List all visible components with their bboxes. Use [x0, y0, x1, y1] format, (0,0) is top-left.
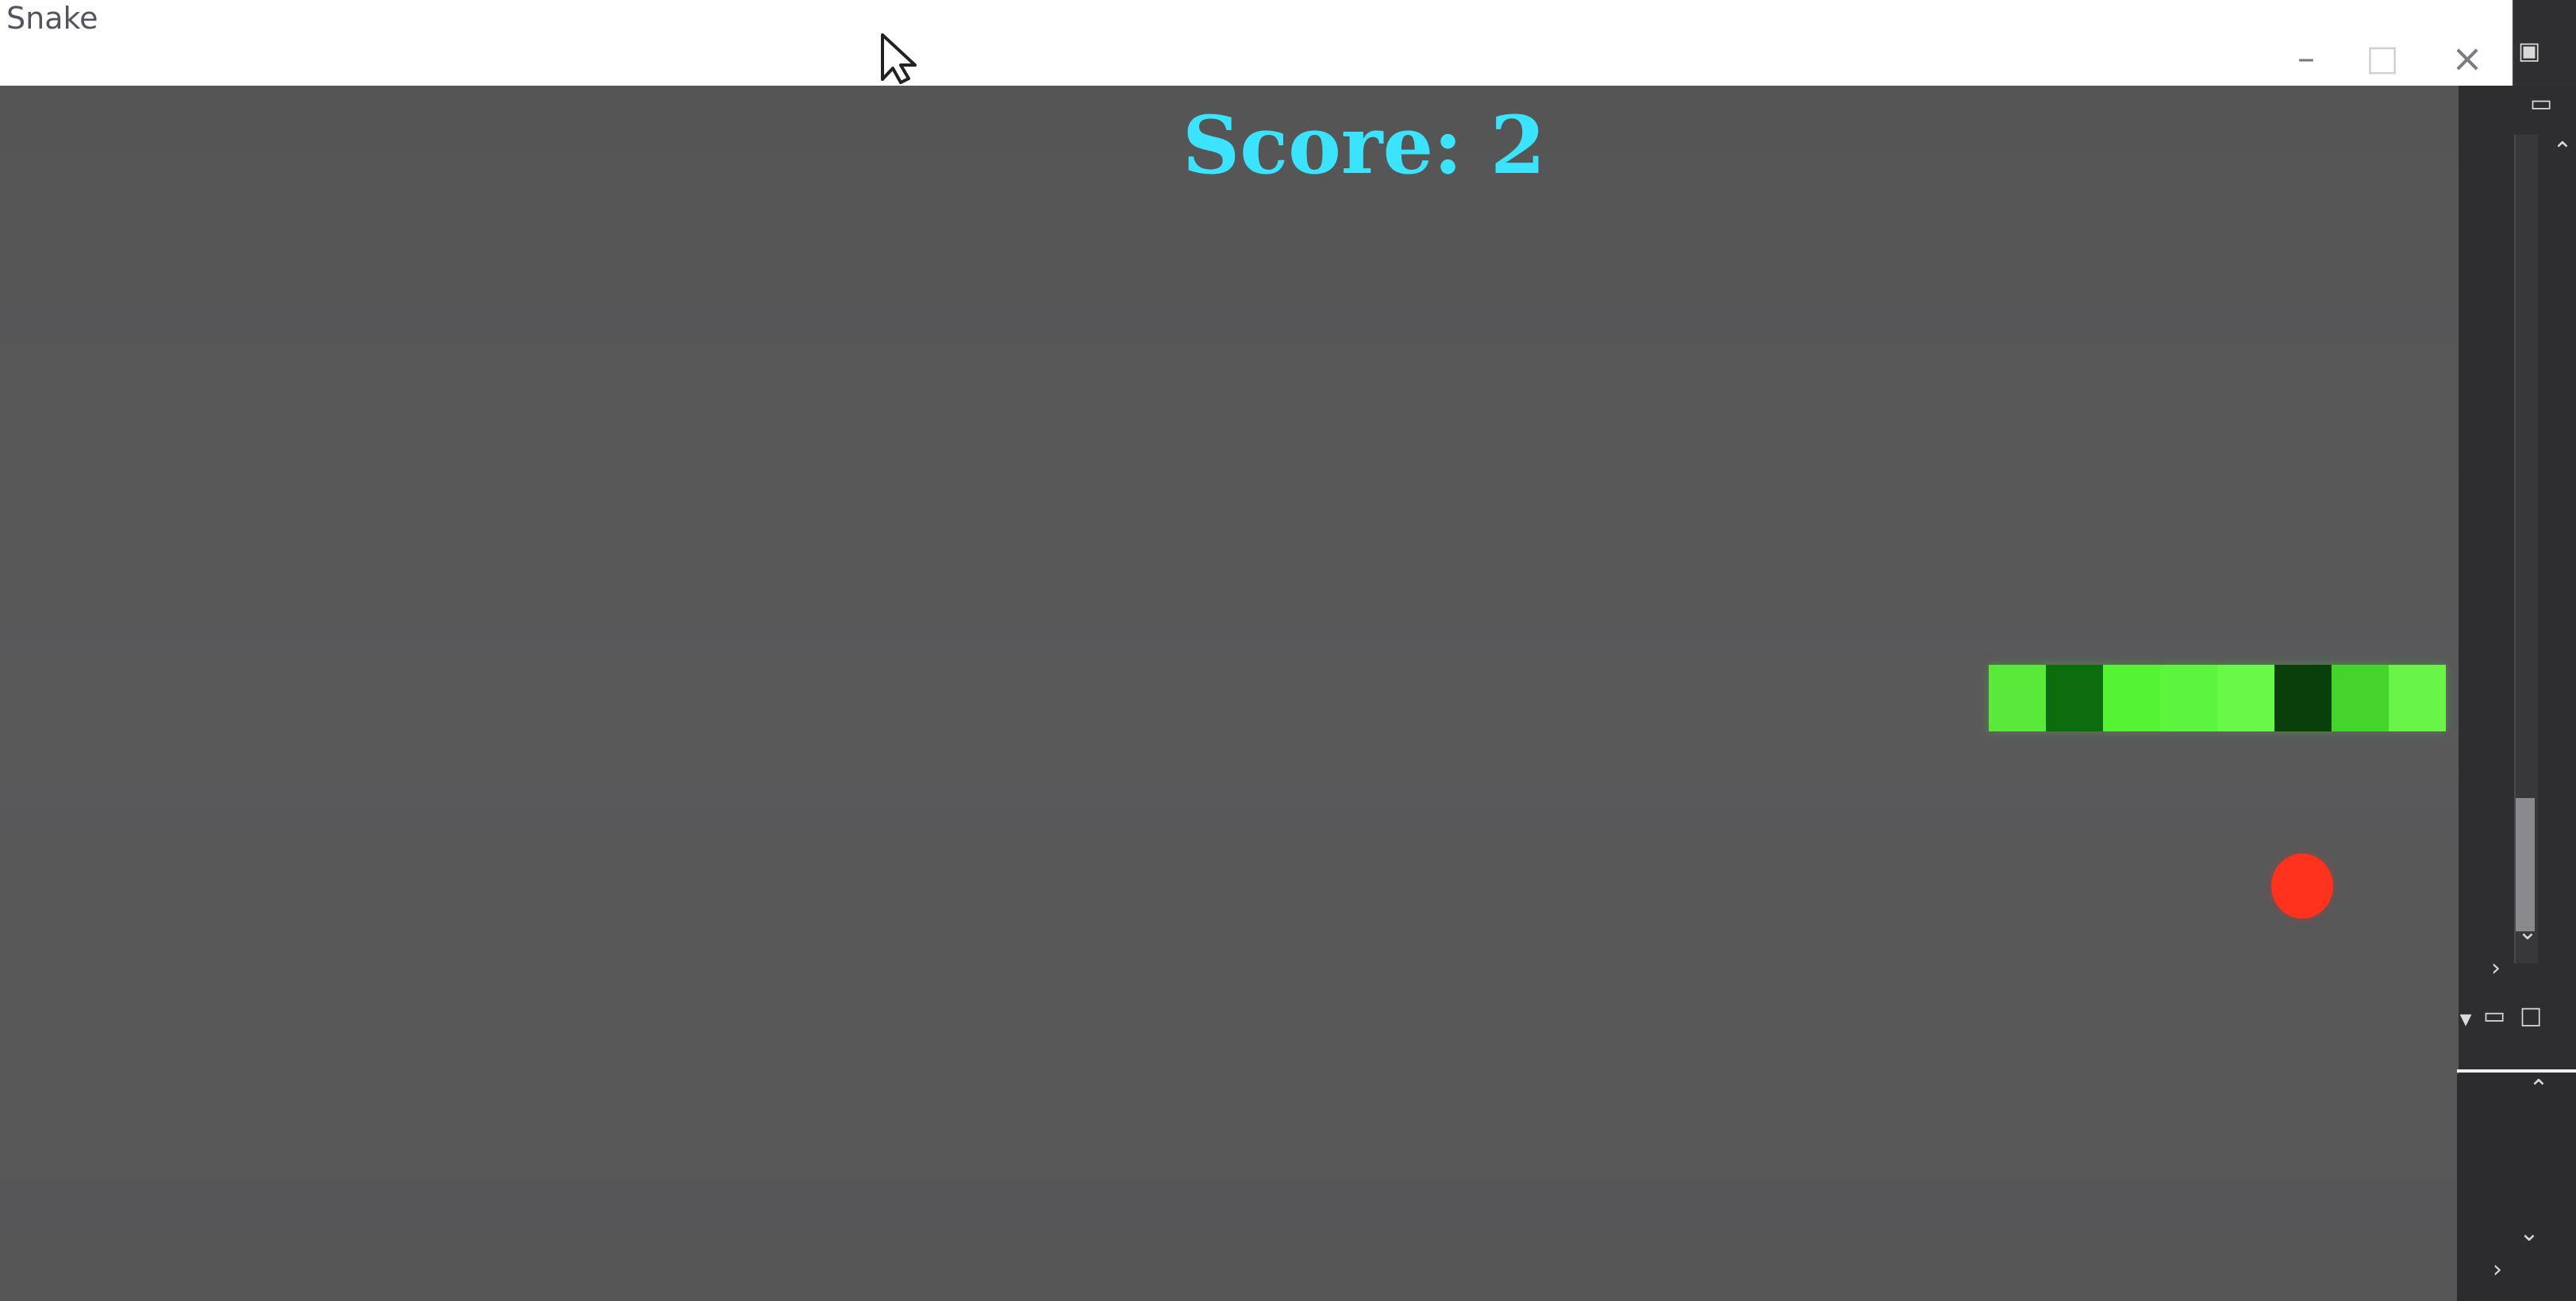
snake-segment	[2389, 665, 2446, 731]
scroll-down-icon[interactable]: ⌄	[2513, 920, 2543, 950]
dropdown-icon[interactable]: ▾	[2451, 1007, 2481, 1038]
snake-segment	[2160, 665, 2217, 731]
panel-divider	[2457, 1069, 2576, 1073]
snake-body	[1989, 665, 2446, 731]
snake-segment	[2332, 665, 2389, 731]
food-pellet	[2271, 854, 2333, 919]
chevron-right-icon[interactable]: ›	[2482, 1258, 2513, 1288]
snake-segment	[2103, 665, 2160, 731]
scrollbar-thumb[interactable]	[2516, 798, 2535, 931]
snake-segment	[2274, 665, 2332, 731]
lower-side-panel	[2457, 1074, 2576, 1301]
desktop-screen: Snake – □ × Score: 2 ▣ ▭ ⌃ ⌄ › ▾ ▭ □ ⌃ ⌄…	[0, 0, 2576, 1301]
snake-segment	[2046, 665, 2103, 731]
snake-segment	[1989, 665, 2046, 731]
minimize-icon[interactable]: ▭	[2479, 1004, 2509, 1034]
close-icon[interactable]: ×	[2439, 30, 2496, 87]
restore-icon[interactable]: □	[2516, 1004, 2546, 1034]
maximize-icon[interactable]: □	[2354, 30, 2411, 87]
minimize-icon[interactable]: ▭	[2526, 92, 2556, 122]
chevron-down-icon[interactable]: ⌄	[2514, 1222, 2544, 1252]
window-titlebar[interactable]: Snake – □ ×	[0, 0, 2513, 87]
chevron-right-icon[interactable]: ›	[2481, 957, 2511, 987]
window-title: Snake	[6, 1, 98, 36]
snake-game-board[interactable]: Score: 2	[0, 86, 2513, 1301]
score-text: Score: 2	[1182, 98, 1546, 192]
minimize-icon[interactable]: –	[2278, 30, 2335, 87]
snake-window: Snake – □ × Score: 2	[0, 0, 2513, 1301]
mouse-cursor-icon	[881, 33, 917, 84]
snake-segment	[2217, 665, 2274, 731]
collapse-up-icon[interactable]: ⌃	[2547, 140, 2576, 170]
window-icon[interactable]: ▣	[2514, 40, 2544, 70]
chevron-up-icon[interactable]: ⌃	[2524, 1077, 2554, 1107]
